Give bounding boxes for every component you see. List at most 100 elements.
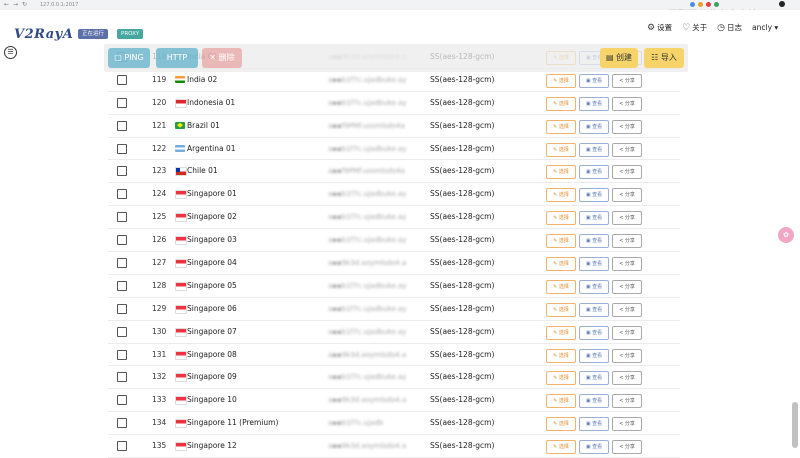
view-button[interactable]: ▣ 查看 bbox=[579, 371, 609, 386]
row-checkbox[interactable] bbox=[117, 280, 127, 291]
top-menu-item-0[interactable]: ⚙ 设置 bbox=[647, 22, 672, 33]
select-button[interactable]: ✎ 选择 bbox=[546, 440, 576, 455]
view-button[interactable]: ▣ 查看 bbox=[579, 440, 609, 455]
share-button[interactable]: < 分享 bbox=[612, 188, 642, 203]
row-checkbox[interactable] bbox=[117, 418, 127, 429]
share-button[interactable]: < 分享 bbox=[612, 302, 642, 317]
share-button[interactable]: < 分享 bbox=[612, 211, 642, 226]
select-button[interactable]: ✎ 选择 bbox=[546, 142, 576, 157]
select-button[interactable]: ✎ 选择 bbox=[546, 188, 576, 203]
share-button[interactable]: < 分享 bbox=[612, 142, 642, 157]
row-checkbox[interactable] bbox=[117, 166, 127, 177]
select-button[interactable]: ✎ 选择 bbox=[546, 371, 576, 386]
select-button[interactable]: ✎ 选择 bbox=[546, 211, 576, 226]
view-button[interactable]: ▣ 查看 bbox=[579, 165, 609, 180]
select-button[interactable]: ✎ 选择 bbox=[546, 348, 576, 363]
view-button[interactable]: ▣ 查看 bbox=[579, 73, 609, 88]
user-menu[interactable]: ancly ▾ bbox=[752, 23, 778, 32]
top-menu-item-1[interactable]: ♡ 关于 bbox=[682, 22, 707, 33]
view-button-label: 查看 bbox=[592, 123, 603, 130]
reload-icon[interactable]: ↻ bbox=[22, 1, 27, 9]
select-button[interactable]: ✎ 选择 bbox=[546, 325, 576, 340]
view-button[interactable]: ▣ 查看 bbox=[579, 394, 609, 409]
view-button[interactable]: ▣ 查看 bbox=[579, 234, 609, 249]
select-button[interactable]: ✎ 选择 bbox=[546, 279, 576, 294]
app-logo[interactable]: V2RayA bbox=[14, 27, 73, 42]
top-menu-label: 日志 bbox=[727, 23, 743, 32]
row-checkbox[interactable] bbox=[117, 372, 127, 383]
view-button[interactable]: ▣ 查看 bbox=[579, 188, 609, 203]
table-row: 127 Singapore 04 a▪▪9k3d.aoymlsdo4.a SS(aes… bbox=[108, 252, 680, 275]
row-checkbox[interactable] bbox=[117, 326, 127, 337]
ping-button[interactable]: ▢ PING bbox=[108, 48, 150, 68]
row-checkbox[interactable] bbox=[117, 120, 127, 131]
row-checkbox[interactable] bbox=[117, 235, 127, 246]
share-button[interactable]: < 分享 bbox=[612, 96, 642, 111]
scrollbar-thumb[interactable] bbox=[792, 402, 798, 448]
share-button[interactable]: < 分享 bbox=[612, 325, 642, 340]
share-button[interactable]: < 分享 bbox=[612, 234, 642, 249]
floating-toolbar: ▢ PING HTTP ✕ 删除 ▤ 创建 ☷ 导入 bbox=[104, 44, 688, 72]
share-button[interactable]: < 分享 bbox=[612, 394, 642, 409]
share-button[interactable]: < 分享 bbox=[612, 257, 642, 272]
menu-toggle-icon[interactable]: ☰ bbox=[4, 46, 17, 59]
row-checkbox[interactable] bbox=[117, 349, 127, 360]
select-button[interactable]: ✎ 选择 bbox=[546, 302, 576, 317]
row-checkbox[interactable] bbox=[117, 303, 127, 314]
back-icon[interactable]: ← bbox=[4, 1, 9, 9]
row-checkbox[interactable] bbox=[117, 212, 127, 223]
share-button[interactable]: < 分享 bbox=[612, 417, 642, 432]
server-name: Singapore 09 bbox=[187, 372, 237, 382]
view-button[interactable]: ▣ 查看 bbox=[579, 348, 609, 363]
share-button[interactable]: < 分享 bbox=[612, 371, 642, 386]
row-checkbox[interactable] bbox=[117, 441, 127, 452]
create-button[interactable]: ▤ 创建 bbox=[600, 48, 638, 68]
view-button[interactable]: ▣ 查看 bbox=[579, 302, 609, 317]
delete-button[interactable]: ✕ 删除 bbox=[202, 48, 242, 68]
server-protocol: SS(aes-128-gcm) bbox=[430, 143, 495, 153]
select-button[interactable]: ✎ 选择 bbox=[546, 234, 576, 249]
select-button[interactable]: ✎ 选择 bbox=[546, 394, 576, 409]
view-button[interactable]: ▣ 查看 bbox=[579, 325, 609, 340]
view-button[interactable]: ▣ 查看 bbox=[579, 119, 609, 134]
row-checkbox[interactable] bbox=[117, 395, 127, 406]
import-button[interactable]: ☷ 导入 bbox=[644, 48, 684, 68]
share-button[interactable]: < 分享 bbox=[612, 73, 642, 88]
select-button[interactable]: ✎ 选择 bbox=[546, 96, 576, 111]
top-menu-item-2[interactable]: ◷ 日志 bbox=[717, 22, 742, 33]
select-button-label: 选择 bbox=[558, 352, 569, 359]
view-button[interactable]: ▣ 查看 bbox=[579, 142, 609, 157]
delete-button-label: 删除 bbox=[218, 53, 235, 62]
view-button[interactable]: ▣ 查看 bbox=[579, 211, 609, 226]
http-test-button[interactable]: HTTP bbox=[156, 48, 198, 68]
top-menu-label: 设置 bbox=[657, 23, 673, 32]
view-button[interactable]: ▣ 查看 bbox=[579, 279, 609, 294]
view-button[interactable]: ▣ 查看 bbox=[579, 96, 609, 111]
share-button[interactable]: < 分享 bbox=[612, 165, 642, 180]
view-button[interactable]: ▣ 查看 bbox=[579, 257, 609, 272]
view-button-label: 查看 bbox=[592, 215, 603, 222]
row-checkbox[interactable] bbox=[117, 97, 127, 108]
view-button[interactable]: ▣ 查看 bbox=[579, 417, 609, 432]
row-id: 119 bbox=[152, 74, 167, 84]
row-checkbox[interactable] bbox=[117, 143, 127, 154]
row-checkbox[interactable] bbox=[117, 74, 127, 85]
forward-icon[interactable]: → bbox=[13, 1, 18, 9]
server-name: Singapore 12 bbox=[187, 441, 237, 451]
server-address: a▪▪b1f7c.ujadbuke.ay bbox=[328, 190, 407, 199]
select-button[interactable]: ✎ 选择 bbox=[546, 119, 576, 134]
select-button[interactable]: ✎ 选择 bbox=[546, 73, 576, 88]
select-button[interactable]: ✎ 选择 bbox=[546, 165, 576, 180]
share-button[interactable]: < 分享 bbox=[612, 279, 642, 294]
share-button[interactable]: < 分享 bbox=[612, 119, 642, 134]
select-button[interactable]: ✎ 选择 bbox=[546, 417, 576, 432]
heart-icon: ♡ bbox=[682, 22, 691, 33]
share-button[interactable]: < 分享 bbox=[612, 440, 642, 455]
row-checkbox[interactable] bbox=[117, 258, 127, 269]
row-checkbox[interactable] bbox=[117, 189, 127, 200]
share-button-label: 分享 bbox=[624, 192, 635, 199]
share-button[interactable]: < 分享 bbox=[612, 348, 642, 363]
floating-assistant-icon[interactable]: ✿ bbox=[778, 227, 794, 243]
address-bar[interactable]: 127.0.0.1:2017 bbox=[40, 1, 78, 9]
select-button[interactable]: ✎ 选择 bbox=[546, 257, 576, 272]
